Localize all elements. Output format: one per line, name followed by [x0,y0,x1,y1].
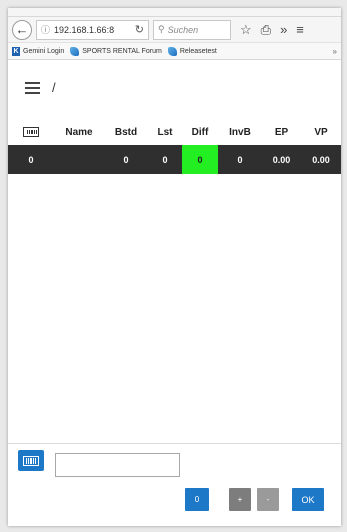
browser-window: ← ⓘ 192.168.1.66:8 ↻ ⚲ Suchen ☆ ⎙ » ≡ K … [8,8,341,526]
hamburger-menu-icon[interactable] [25,81,40,94]
cell-vp: 0.00 [301,145,341,174]
table-row[interactable]: 0 0 0 0 0 0.00 0.00 [8,145,341,174]
cell-name [54,145,104,174]
bookmark-favicon-icon [167,46,177,56]
bookmarks-bar: K Gemini Login SPORTS RENTAL Forum Relea… [8,43,341,60]
table-header-row: Name Bstd Lst Diff InvB EP VP [8,120,341,145]
barcode-icon [23,455,39,466]
back-arrow-icon: ← [15,22,29,37]
bookmark-sports-rental-forum[interactable]: SPORTS RENTAL Forum [70,46,162,56]
tab-strip [8,8,341,17]
reload-icon[interactable]: ↻ [135,23,144,36]
search-bar[interactable]: ⚲ Suchen [153,19,231,40]
minus-button[interactable]: - [257,488,279,511]
bookmark-label: Releasetest [179,47,217,55]
column-header-lst: Lst [148,120,182,145]
column-header-invb: InvB [218,120,262,145]
column-header-barcode [8,120,54,145]
count-button[interactable]: 0 [185,488,209,511]
plus-button[interactable]: + [229,488,251,511]
url-bar[interactable]: ⓘ 192.168.1.66:8 ↻ [36,19,149,40]
column-header-vp: VP [301,120,341,145]
back-button[interactable]: ← [12,19,32,40]
star-icon[interactable]: ☆ [240,22,252,38]
cell-invb: 0 [218,145,262,174]
column-header-diff: Diff [182,120,218,145]
navigation-toolbar: ← ⓘ 192.168.1.66:8 ↻ ⚲ Suchen ☆ ⎙ » ≡ [8,17,341,43]
bookmark-releasetest[interactable]: Releasetest [167,46,217,56]
cell-bstd: 0 [104,145,148,174]
app-content: / Name Bstd Lst Diff InvB EP VP 0 0 0 0 … [8,60,341,526]
footer-divider [8,443,341,444]
cell-ep: 0.00 [262,145,301,174]
cell-lst: 0 [148,145,182,174]
overflow-icon[interactable]: » [280,22,287,37]
browser-menu-icon[interactable]: ≡ [296,22,304,37]
search-placeholder: Suchen [167,24,199,35]
inventory-table: Name Bstd Lst Diff InvB EP VP 0 0 0 0 0 [8,120,341,174]
breadcrumb: / [52,80,56,95]
cell-id: 0 [8,145,54,174]
column-header-ep: EP [262,120,301,145]
info-icon[interactable]: ⓘ [41,23,50,36]
bookmark-gemini-login[interactable]: K Gemini Login [12,46,65,56]
bookmark-label: SPORTS RENTAL Forum [82,47,162,55]
app-header: / [25,80,56,95]
ok-button[interactable]: OK [292,488,324,511]
url-text: 192.168.1.66:8 [54,24,115,35]
bookmark-label: Gemini Login [23,47,65,55]
bookmarks-menu-icon[interactable]: ⎙ [261,22,271,38]
bookmarks-overflow-icon[interactable]: » [333,47,337,56]
barcode-scan-button[interactable] [18,450,44,471]
column-header-name: Name [54,120,104,145]
bookmark-favicon-icon [70,46,80,56]
k-logo-icon: K [12,46,20,56]
barcode-icon [23,127,39,138]
cell-diff: 0 [182,145,218,174]
column-header-bstd: Bstd [104,120,148,145]
barcode-input[interactable] [55,453,180,477]
search-icon: ⚲ [158,24,165,34]
